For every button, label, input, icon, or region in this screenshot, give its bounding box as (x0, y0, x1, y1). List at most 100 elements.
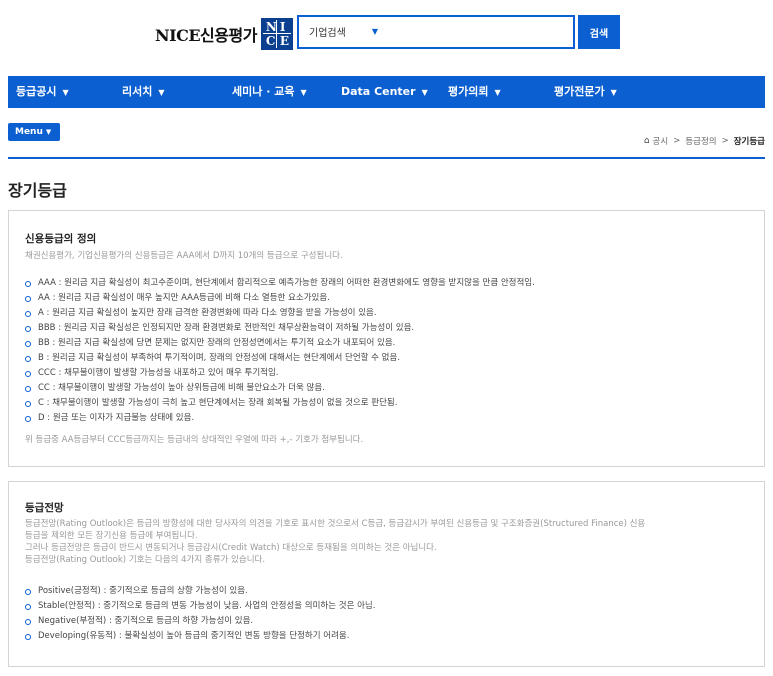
list-item-text: C : 채무불이행이 발생할 가능성이 극히 높고 현단계에서는 장래 회복될 … (38, 398, 398, 408)
list-item: Developing(유동적) : 불확실성이 높아 등급의 중기적인 변동 방… (25, 629, 750, 644)
description-line: 등급전망(Rating Outlook) 기호는 다음의 4가지 종류가 있습니… (25, 555, 266, 565)
bullet-icon (25, 295, 31, 302)
list-item: D : 원금 또는 이자가 지급불능 상태에 있음. (25, 411, 750, 426)
list-item: Positive(긍정적) : 중기적으로 등급의 상향 가능성이 있음. (25, 584, 750, 599)
list-item-text: AAA : 원리금 지급 확실성이 최고수준이며, 현단계에서 합리적으로 예측… (38, 278, 535, 288)
list-item: AA : 원리금 지급 확실성이 매우 높지만 AAA등급에 비해 다소 열등한… (25, 291, 750, 306)
breadcrumb-item[interactable]: 등급정의 (685, 135, 716, 147)
bullet-icon (25, 310, 31, 317)
bullet-icon (25, 355, 31, 362)
list-item: Negative(부정적) : 중기적으로 등급의 하향 가능성이 있음. (25, 614, 750, 629)
home-icon[interactable]: ⌂ (644, 136, 650, 146)
nav-item-research[interactable]: 리서치 ▼ (122, 76, 165, 108)
list-item: Stable(안정적) : 중기적으로 등급의 변동 가능성이 낮음. 사업의 … (25, 599, 750, 614)
nav-item-seminar[interactable]: 세미나 · 교육 ▼ (232, 76, 307, 108)
list-item-text: AA : 원리금 지급 확실성이 매우 높지만 AAA등급에 비해 다소 열등한… (38, 293, 330, 303)
logo-mark: N I C E (260, 18, 293, 50)
caret-down-icon: ▼ (300, 88, 307, 97)
bullet-icon (25, 325, 31, 332)
list-item: A : 원리금 지급 확실성이 높지만 장래 급격한 환경변화에 따라 다소 영… (25, 306, 750, 321)
menu-label: Menu (15, 127, 43, 137)
list-item-text: CC : 채무불이행이 발생할 가능성이 높아 상위등급에 비해 불안요소가 더… (38, 383, 325, 393)
bullet-icon (25, 618, 31, 625)
bullet-icon (25, 340, 31, 347)
section-title: 신용등급의 정의 (25, 233, 97, 245)
rating-list: AAA : 원리금 지급 확실성이 최고수준이며, 현단계에서 합리적으로 예측… (25, 276, 750, 426)
breadcrumb-item[interactable]: 공시 (653, 135, 669, 147)
list-item-text: Stable(안정적) : 중기적으로 등급의 변동 가능성이 낮음. 사업의 … (38, 601, 376, 611)
list-item-text: A : 원리금 지급 확실성이 높지만 장래 급격한 환경변화에 따라 다소 영… (38, 308, 377, 318)
bullet-icon (25, 415, 31, 422)
list-item-text: Developing(유동적) : 불확실성이 높아 등급의 중기적인 변동 방… (38, 631, 350, 641)
search-input[interactable] (394, 21, 569, 43)
outlook-list: Positive(긍정적) : 중기적으로 등급의 상향 가능성이 있음. St… (25, 584, 750, 644)
nav-label: 리서치 (122, 85, 153, 98)
list-item: AAA : 원리금 지급 확실성이 최고수준이며, 현단계에서 합리적으로 예측… (25, 276, 750, 291)
description-line: 등급전망(Rating Outlook)은 등급의 방향성에 대한 당사자의 의… (25, 519, 646, 529)
bullet-icon (25, 400, 31, 407)
logo-letter: C (265, 34, 276, 48)
bullet-icon (25, 370, 31, 377)
search-button[interactable]: 검색 (578, 15, 620, 49)
description-line: 등급을 제외한 모든 장기신용 등급에 부여됩니다. (25, 531, 198, 541)
nav-label: 세미나 · 교육 (232, 85, 295, 98)
list-item-text: BBB : 원리금 지급 확실성은 인정되지만 장래 환경변화로 전반적인 채무… (38, 323, 415, 333)
section-note: 위 등급중 AA등급부터 CCC등급까지는 등급내의 상대적인 우열에 따라 +… (25, 435, 364, 445)
nav-label: 등급공시 (16, 85, 57, 98)
search-box: 기업검색 ▼ (297, 15, 575, 49)
rating-outlook-section: 등급전망 등급전망(Rating Outlook)은 등급의 방향성에 대한 당… (8, 481, 765, 667)
nav-item-rating-experts[interactable]: 평가전문가 ▼ (554, 76, 617, 108)
site-header: NICE신용평가 N I C E 기업검색 ▼ 검색 (0, 0, 773, 70)
section-title: 등급전망 (25, 502, 64, 514)
bullet-icon (25, 603, 31, 610)
caret-down-icon: ▼ (494, 88, 501, 97)
description-line: 그러나 등급전망은 등급이 반드시 변동되거나 등급감시(Credit Watc… (25, 543, 437, 553)
nav-label: 평가전문가 (554, 85, 605, 98)
nav-label: 평가의뢰 (448, 85, 489, 98)
list-item: BB : 원리금 지급 확실성에 당면 문제는 없지만 장래의 안정성면에서는 … (25, 336, 750, 351)
caret-down-icon: ▼ (371, 27, 378, 36)
list-item-text: CCC : 채무불이행이 발생할 가능성을 내포하고 있어 매우 투기적임. (38, 368, 279, 378)
list-item-text: B : 원리금 지급 확실성이 부족하여 투기적이며, 장래의 안정성에 대해서… (38, 353, 401, 363)
nav-item-data-center[interactable]: Data Center ▼ (341, 76, 428, 108)
logo-letter: N (265, 20, 277, 34)
nav-label: Data Center (341, 85, 416, 98)
list-item: BBB : 원리금 지급 확실성은 인정되지만 장래 환경변화로 전반적인 채무… (25, 321, 750, 336)
caret-down-icon: ▼ (158, 88, 165, 97)
bullet-icon (25, 588, 31, 595)
breadcrumb-current: 장기등급 (733, 137, 765, 147)
caret-down-icon: ▼ (610, 88, 617, 97)
header-divider (8, 157, 765, 159)
menu-button[interactable]: Menu ▼ (8, 123, 60, 141)
list-item: C : 채무불이행이 발생할 가능성이 극히 높고 현단계에서는 장래 회복될 … (25, 396, 750, 411)
section-description: 등급전망(Rating Outlook)은 등급의 방향성에 대한 당사자의 의… (25, 518, 750, 566)
bullet-icon (25, 280, 31, 287)
main-nav: 등급공시 ▼ 리서치 ▼ 세미나 · 교육 ▼ Data Center ▼ 평가의뢰 ▼ … (8, 76, 765, 108)
caret-down-icon: ▼ (62, 88, 69, 97)
bullet-icon (25, 385, 31, 392)
logo-letter: I (279, 20, 286, 34)
logo-letter: E (279, 34, 290, 48)
list-item-text: Negative(부정적) : 중기적으로 등급의 하향 가능성이 있음. (38, 616, 254, 626)
nice-logo[interactable]: NICE신용평가 N I C E (155, 18, 293, 50)
caret-down-icon: ▼ (45, 128, 52, 136)
bullet-icon (25, 633, 31, 640)
rating-definition-section: 신용등급의 정의 채권신용평가, 기업신용평가의 신용등급은 AAA에서 D까지… (8, 210, 765, 467)
chevron-right-icon: > (673, 136, 681, 146)
caret-down-icon: ▼ (421, 88, 428, 97)
breadcrumb: ⌂ 공시 > 등급정의 > 장기등급 (644, 135, 765, 147)
list-item: CCC : 채무불이행이 발생할 가능성을 내포하고 있어 매우 투기적임. (25, 366, 750, 381)
search-type-select[interactable]: 기업검색 ▼ (309, 24, 378, 39)
list-item: B : 원리금 지급 확실성이 부족하여 투기적이며, 장래의 안정성에 대해서… (25, 351, 750, 366)
section-description: 채권신용평가, 기업신용평가의 신용등급은 AAA에서 D까지 10개의 등급으… (25, 251, 343, 261)
list-item: CC : 채무불이행이 발생할 가능성이 높아 상위등급에 비해 불안요소가 더… (25, 381, 750, 396)
page-title: 장기등급 (8, 181, 67, 200)
search-type-value: 기업검색 (309, 28, 346, 39)
list-item-text: D : 원금 또는 이자가 지급불능 상태에 있음. (38, 413, 195, 423)
list-item-text: Positive(긍정적) : 중기적으로 등급의 상향 가능성이 있음. (38, 586, 248, 596)
chevron-right-icon: > (721, 136, 729, 146)
nav-item-rating-disclosure[interactable]: 등급공시 ▼ (16, 76, 69, 108)
nav-item-rating-request[interactable]: 평가의뢰 ▼ (448, 76, 501, 108)
logo-text: NICE신용평가 (155, 26, 257, 45)
list-item-text: BB : 원리금 지급 확실성에 당면 문제는 없지만 장래의 안정성면에서는 … (38, 338, 396, 348)
